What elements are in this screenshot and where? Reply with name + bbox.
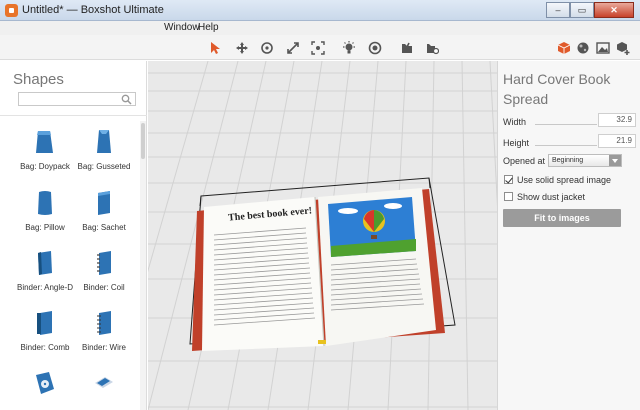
opened-at-select[interactable]: Beginning bbox=[548, 154, 622, 167]
shape-item-bag-doypack[interactable]: Bag: Doypack bbox=[13, 128, 77, 172]
light-icon[interactable] bbox=[340, 39, 357, 56]
window-titlebar[interactable]: Untitled* — Boxshot Ultimate – ▭ ✕ bbox=[0, 0, 640, 21]
select-arrow-icon[interactable] bbox=[206, 39, 223, 56]
shape-label: Binder: Coil bbox=[83, 283, 125, 292]
opened-at-label: Opened at bbox=[503, 156, 546, 166]
fit-to-images-button[interactable]: Fit to images bbox=[503, 209, 621, 227]
3d-viewport[interactable]: The best book ever! bbox=[148, 61, 497, 410]
shape-item-bag-pillow[interactable]: Bag: Pillow bbox=[13, 189, 77, 233]
menu-help[interactable]: Help bbox=[198, 22, 219, 33]
scene-canvas bbox=[148, 61, 497, 410]
frame-icon[interactable] bbox=[309, 39, 326, 56]
camera-icon[interactable] bbox=[366, 39, 383, 56]
shapes-scrollbar[interactable] bbox=[140, 121, 146, 410]
card-icon bbox=[95, 377, 113, 388]
box-icon[interactable] bbox=[555, 39, 572, 56]
add-object-icon[interactable] bbox=[614, 39, 631, 56]
shape-item-binder-comb[interactable]: Binder: Comb bbox=[13, 309, 77, 353]
search-input[interactable] bbox=[18, 92, 136, 106]
shape-item-binder-angle-d[interactable]: Binder: Angle-D bbox=[13, 249, 77, 293]
scale-icon[interactable] bbox=[284, 39, 301, 56]
rotate-icon[interactable] bbox=[258, 39, 275, 56]
shape-label: Binder: Wire bbox=[81, 343, 126, 352]
close-button[interactable]: ✕ bbox=[594, 2, 634, 18]
sphere-icon[interactable] bbox=[574, 39, 591, 56]
use-solid-spread-label[interactable]: Use solid spread image bbox=[517, 175, 611, 185]
gusseted-bag-icon bbox=[97, 130, 111, 153]
width-label: Width bbox=[503, 117, 527, 127]
shapes-title: Shapes bbox=[13, 71, 64, 88]
doypack-bag-icon bbox=[36, 131, 53, 153]
shape-item-card[interactable] bbox=[72, 369, 136, 403]
window-controls: – ▭ ✕ bbox=[546, 2, 634, 19]
pivot-handle[interactable] bbox=[318, 340, 326, 344]
shape-label: Bag: Sachet bbox=[82, 223, 126, 232]
height-divider bbox=[535, 145, 597, 146]
minimize-button[interactable]: – bbox=[546, 2, 570, 18]
window-title: Untitled* — Boxshot Ultimate bbox=[22, 4, 164, 16]
shape-item-binder-wire[interactable]: Binder: Wire bbox=[72, 309, 136, 353]
use-solid-spread-checkbox[interactable] bbox=[504, 175, 513, 184]
shape-list: Bag: Doypack Bag: Gusseted Bag: Pillow B… bbox=[0, 121, 140, 410]
height-label: Height bbox=[503, 138, 530, 148]
binder-coil-icon bbox=[97, 251, 111, 275]
render-icon[interactable] bbox=[398, 39, 415, 56]
width-field[interactable]: 32.9 bbox=[598, 113, 636, 127]
shape-item-disc[interactable] bbox=[13, 369, 77, 403]
height-field[interactable]: 21.9 bbox=[598, 134, 636, 148]
show-dust-jacket-checkbox[interactable] bbox=[504, 192, 513, 201]
properties-panel: Hard Cover Book Spread Width 32.9 Height… bbox=[497, 61, 640, 410]
sachet-bag-icon bbox=[98, 191, 110, 215]
search-icon[interactable] bbox=[121, 94, 132, 105]
opened-at-value: Beginning bbox=[552, 157, 584, 164]
app-logo-icon bbox=[5, 4, 18, 17]
binder-comb-icon bbox=[37, 311, 52, 335]
toolbar bbox=[0, 35, 640, 60]
render-settings-icon[interactable] bbox=[423, 39, 440, 56]
show-dust-jacket-label[interactable]: Show dust jacket bbox=[517, 192, 585, 202]
shape-label: Binder: Angle-D bbox=[16, 283, 74, 292]
chevron-down-icon[interactable] bbox=[609, 155, 621, 166]
shape-label: Binder: Comb bbox=[20, 343, 70, 352]
scroll-thumb[interactable] bbox=[141, 123, 145, 159]
disc-case-icon bbox=[36, 372, 54, 394]
shapes-panel: Shapes Bag: Doypack Bag: Gusseted Bag: P… bbox=[0, 61, 147, 410]
image-icon[interactable] bbox=[594, 39, 611, 56]
shape-label: Bag: Doypack bbox=[20, 162, 70, 171]
shape-item-bag-sachet[interactable]: Bag: Sachet bbox=[72, 189, 136, 233]
shape-item-binder-coil[interactable]: Binder: Coil bbox=[72, 249, 136, 293]
binder-wire-icon bbox=[97, 311, 111, 335]
maximize-button[interactable]: ▭ bbox=[570, 2, 594, 18]
pillow-bag-icon bbox=[38, 191, 52, 215]
shape-label: Bag: Gusseted bbox=[77, 162, 131, 171]
move-icon[interactable] bbox=[233, 39, 250, 56]
binder-angle-d-icon bbox=[38, 251, 52, 275]
menu-window[interactable]: Window bbox=[164, 22, 200, 33]
sidebar-divider bbox=[0, 115, 147, 116]
shape-label: Bag: Pillow bbox=[25, 223, 65, 232]
menu-bar: Window Help bbox=[0, 21, 640, 35]
width-divider bbox=[535, 124, 597, 125]
shape-item-bag-gusseted[interactable]: Bag: Gusseted bbox=[72, 128, 136, 172]
properties-title: Hard Cover Book Spread bbox=[503, 71, 611, 107]
